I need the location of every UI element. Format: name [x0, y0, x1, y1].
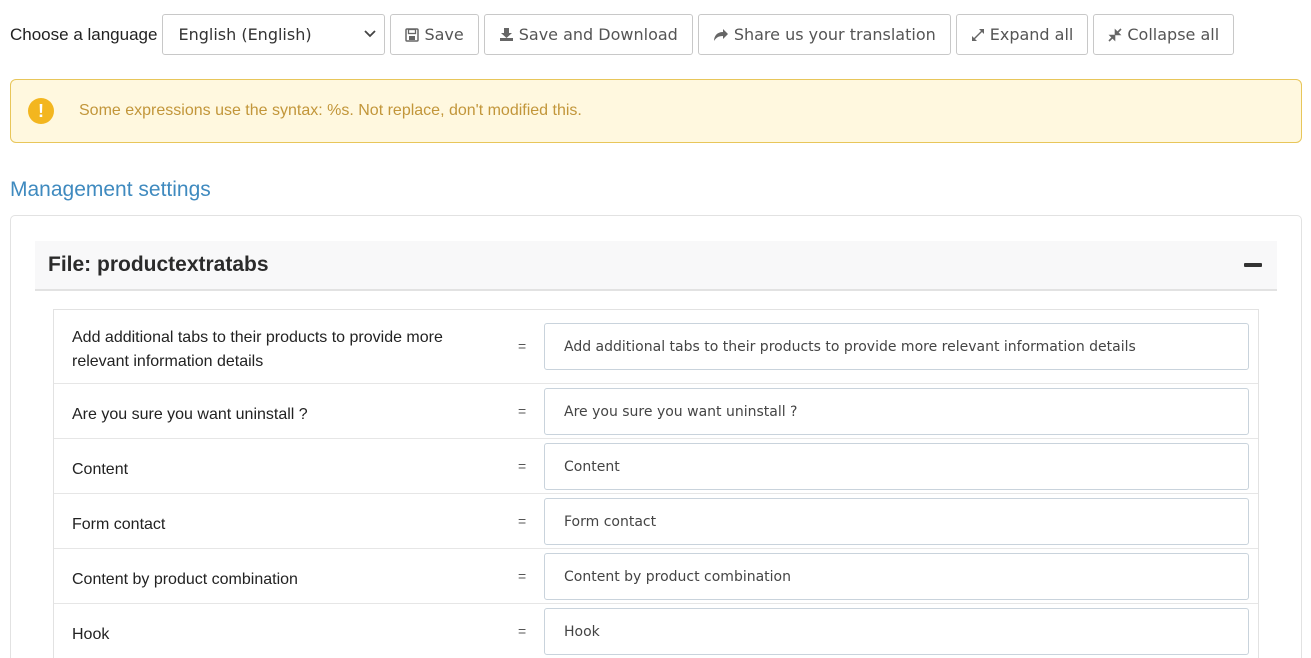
translation-input[interactable]: Content [544, 443, 1249, 490]
language-label: Choose a language [10, 24, 158, 44]
source-text: Form contact [72, 516, 166, 533]
equals-separator: = [518, 623, 527, 639]
translation-input[interactable]: Content by product combination [544, 553, 1249, 600]
minus-icon[interactable] [1244, 263, 1262, 267]
share-translation-label: Share us your translation [733, 25, 936, 44]
equals-separator: = [518, 513, 527, 529]
translation-table: Add additional tabs to their products to… [53, 309, 1259, 658]
management-panel: File: productextratabs Add additional ta… [10, 215, 1302, 658]
equals-separator: = [518, 403, 527, 419]
source-text: Content by product combination [72, 571, 298, 588]
translation-input[interactable]: Form contact [544, 498, 1249, 545]
translation-row: Hook = Hook [54, 604, 1258, 658]
warning-icon: ! [28, 98, 54, 124]
source-text: Content [72, 461, 129, 478]
language-select[interactable]: English (English) [162, 14, 386, 55]
translation-row: Form contact = Form contact [54, 494, 1258, 549]
warning-alert: ! Some expressions use the syntax: %s. N… [10, 79, 1302, 143]
translation-row: Content = Content [54, 439, 1258, 494]
save-button-label: Save [424, 25, 464, 44]
save-button[interactable]: Save [390, 14, 479, 55]
expand-all-label: Expand all [989, 25, 1074, 44]
save-and-download-label: Save and Download [518, 25, 678, 44]
source-text: Hook [72, 626, 110, 643]
toolbar: Choose a language English (English) Save… [10, 14, 1239, 55]
equals-separator: = [518, 458, 527, 474]
translation-row: Content by product combination = Content… [54, 549, 1258, 604]
source-text: Are you sure you want uninstall ? [72, 406, 308, 423]
expand-all-button[interactable]: Expand all [955, 14, 1089, 55]
chevron-down-icon [364, 27, 377, 42]
download-icon [499, 28, 513, 41]
section-title: Management settings [10, 178, 211, 201]
source-text: Add additional tabs to their products to… [72, 329, 443, 370]
translation-row: Add additional tabs to their products to… [54, 310, 1258, 384]
translation-input[interactable]: Are you sure you want uninstall ? [544, 388, 1249, 435]
expand-icon [971, 28, 984, 41]
equals-separator: = [518, 338, 527, 354]
translation-input[interactable]: Hook [544, 608, 1249, 655]
file-title: File: productextratabs [48, 253, 269, 276]
share-icon [713, 28, 728, 41]
translation-row: Are you sure you want uninstall ? = Are … [54, 384, 1258, 439]
translation-input[interactable]: Add additional tabs to their products to… [544, 323, 1249, 370]
equals-separator: = [518, 568, 527, 584]
collapse-all-label: Collapse all [1127, 25, 1220, 44]
share-translation-button[interactable]: Share us your translation [697, 14, 951, 55]
save-and-download-button[interactable]: Save and Download [483, 14, 693, 55]
compress-icon [1108, 27, 1122, 42]
file-header[interactable]: File: productextratabs [35, 241, 1277, 291]
collapse-all-button[interactable]: Collapse all [1093, 14, 1235, 55]
language-selected-value: English (English) [178, 25, 312, 44]
floppy-icon [405, 27, 420, 42]
alert-message: Some expressions use the syntax: %s. Not… [79, 102, 582, 119]
